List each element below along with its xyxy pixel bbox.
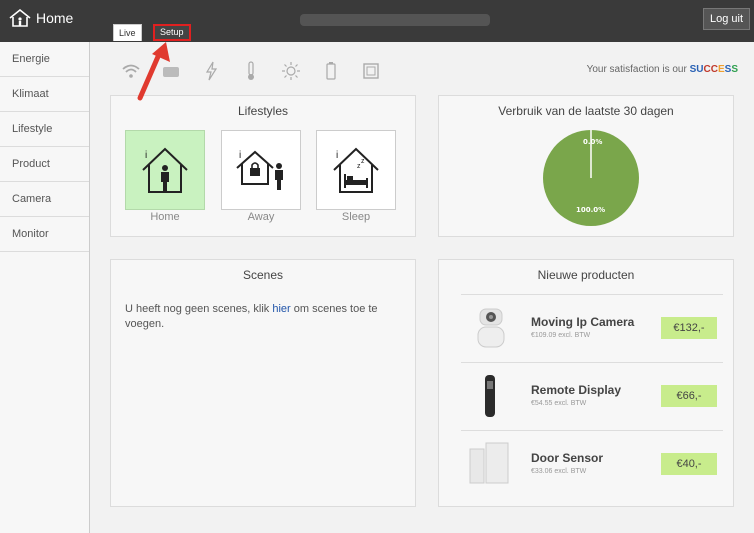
- consumption-panel: Verbruik van de laatste 30 dagen 0.0% 10…: [438, 95, 734, 237]
- product-price-excl: €33.06 excl. BTW: [531, 468, 587, 475]
- success-letter: S: [731, 64, 738, 75]
- product-item[interactable]: Moving Ip Camera €109.09 excl. BTW €132,…: [461, 294, 723, 360]
- logout-button[interactable]: Log uit: [702, 8, 750, 30]
- brand-label: Home: [36, 10, 74, 26]
- add-scene-link[interactable]: hier: [272, 303, 290, 315]
- product-price-button[interactable]: €40,-: [661, 453, 717, 475]
- tab-setup[interactable]: Setup: [153, 24, 191, 41]
- sidebar: Energie Klimaat Lifestyle Product Camera…: [0, 42, 90, 533]
- energy-icon[interactable]: [200, 60, 222, 82]
- svg-text:z: z: [361, 158, 365, 165]
- lifestyle-away-label: Away: [247, 211, 275, 223]
- house-lock-icon: i: [236, 150, 283, 190]
- lifestyle-away[interactable]: i Away: [221, 130, 301, 223]
- new-products-panel: Nieuwe producten Moving Ip Camera €109.0…: [438, 259, 734, 507]
- product-item[interactable]: Door Sensor €33.06 excl. BTW €40,-: [461, 430, 723, 496]
- sidebar-item-monitor[interactable]: Monitor: [0, 217, 89, 252]
- svg-text:i: i: [145, 150, 147, 161]
- new-products-title: Nieuwe producten: [537, 268, 635, 282]
- scenes-text-before: U heeft nog geen scenes, klik: [125, 303, 273, 315]
- frame-icon[interactable]: [360, 60, 382, 82]
- slogan-text: Your satisfaction is our: [586, 64, 687, 75]
- sidebar-item-energie[interactable]: Energie: [0, 42, 89, 77]
- satisfaction-slogan: Your satisfaction is our SUCCESS: [587, 64, 738, 75]
- slogan-success-word: SUCCESS: [690, 64, 738, 75]
- scenes-title: Scenes: [242, 268, 284, 282]
- sidebar-item-camera[interactable]: Camera: [0, 182, 89, 217]
- scenes-empty-message: U heeft nog geen scenes, klik hier om sc…: [125, 302, 405, 332]
- product-item[interactable]: Remote Display €54.55 excl. BTW €66,-: [461, 362, 723, 428]
- product-price-excl: €109.09 excl. BTW: [531, 332, 591, 339]
- lifestyles-title: Lifestyles: [237, 104, 289, 118]
- annotation-arrow-icon: [137, 42, 170, 101]
- success-letter: U: [696, 64, 704, 75]
- lifestyles-panel: Lifestyles i Home i Away i z z Sleep: [110, 95, 416, 237]
- success-letter: E: [717, 64, 725, 75]
- tab-live[interactable]: Live: [113, 24, 142, 41]
- house-person-icon: i: [142, 147, 188, 193]
- sidebar-item-lifestyle[interactable]: Lifestyle: [0, 112, 89, 147]
- scenes-panel: Scenes U heeft nog geen scenes, klik hie…: [110, 259, 416, 507]
- house-bed-icon: i z z: [333, 147, 379, 193]
- topbar-search-area: [300, 14, 490, 26]
- sun-icon[interactable]: [280, 60, 302, 82]
- ip-camera-image: [467, 305, 513, 351]
- success-letter: C: [703, 64, 711, 75]
- lifestyle-sleep[interactable]: i z z Sleep: [316, 130, 396, 223]
- product-name: Remote Display: [531, 383, 622, 397]
- home-brand-link[interactable]: Home: [8, 8, 73, 28]
- pie-label-100: 100.0%: [576, 206, 606, 214]
- svg-text:i: i: [239, 150, 241, 161]
- home-icon: [9, 8, 31, 27]
- lifestyle-home[interactable]: i Home: [125, 130, 205, 223]
- lifestyle-home-label: Home: [150, 211, 180, 223]
- door-sensor-image: [467, 441, 513, 487]
- sidebar-item-klimaat[interactable]: Klimaat: [0, 77, 89, 112]
- sidebar-item-product[interactable]: Product: [0, 147, 89, 182]
- product-price-button[interactable]: €132,-: [661, 317, 717, 339]
- battery-icon[interactable]: [320, 60, 342, 82]
- product-price-excl: €54.55 excl. BTW: [531, 400, 587, 407]
- pie-label-0: 0.0%: [583, 138, 603, 146]
- product-name: Moving Ip Camera: [531, 315, 635, 329]
- svg-text:i: i: [336, 150, 338, 161]
- success-letter: C: [710, 64, 718, 75]
- thermometer-icon[interactable]: [240, 60, 262, 82]
- product-name: Door Sensor: [531, 451, 604, 465]
- consumption-title: Verbruik van de laatste 30 dagen: [498, 104, 674, 118]
- product-price-button[interactable]: €66,-: [661, 385, 717, 407]
- remote-display-image: [467, 373, 513, 419]
- main-content: Your satisfaction is our SUCCESS Lifesty…: [92, 42, 754, 533]
- lifestyle-sleep-label: Sleep: [341, 211, 371, 223]
